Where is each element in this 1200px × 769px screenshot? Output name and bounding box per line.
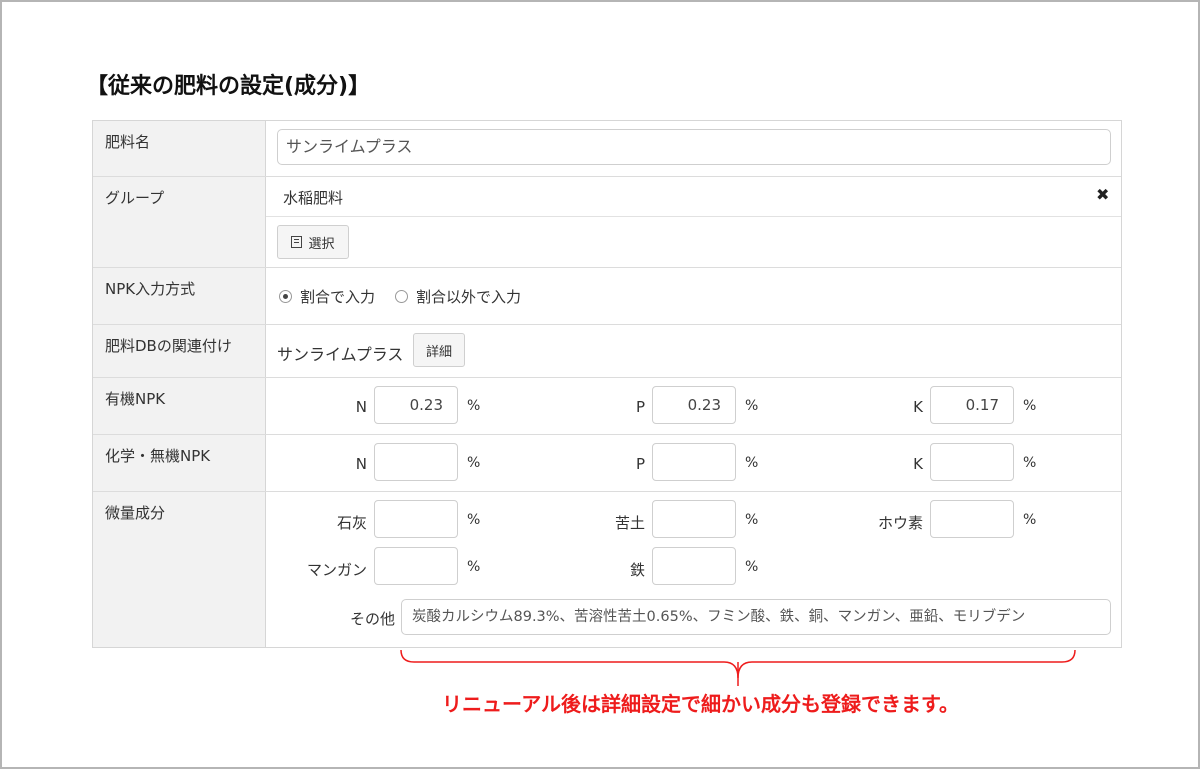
fertilizer-form: 肥料名 サンライムプラス グループ 水稲肥料 ✖ 選択 NPK入力方式 割合で入… xyxy=(92,120,1122,648)
renewal-note: リニューアル後は詳細設定で細かい成分も登録できます。 xyxy=(442,692,959,716)
percent-unit: % xyxy=(745,559,759,575)
radio-ratio[interactable] xyxy=(279,290,292,303)
other-label: その他 xyxy=(349,610,395,628)
row-divider xyxy=(93,377,1121,378)
select-group-button[interactable]: 選択 xyxy=(277,225,349,259)
iron-input[interactable] xyxy=(652,547,736,585)
fertilizer-name-input[interactable]: サンライムプラス xyxy=(277,129,1111,165)
percent-unit: % xyxy=(467,455,481,471)
magnesia-input[interactable] xyxy=(652,500,736,538)
npk-mode-label: NPK入力方式 xyxy=(105,280,196,298)
boron-input[interactable] xyxy=(930,500,1014,538)
radio-non-ratio-label[interactable]: 割合以外で入力 xyxy=(416,286,521,307)
row-divider xyxy=(93,434,1121,435)
lime-input[interactable] xyxy=(374,500,458,538)
percent-unit: % xyxy=(467,512,481,528)
radio-ratio-label[interactable]: 割合で入力 xyxy=(300,286,375,307)
magnesia-label: 苦土 xyxy=(614,514,645,532)
fertilizer-name-label: 肥料名 xyxy=(105,133,151,151)
list-icon xyxy=(291,236,303,248)
group-label: グループ xyxy=(105,189,165,207)
trace-elements-label: 微量成分 xyxy=(105,504,166,522)
percent-unit: % xyxy=(745,398,759,414)
detail-button[interactable]: 詳細 xyxy=(413,333,465,367)
remove-group-icon[interactable]: ✖ xyxy=(1096,185,1109,204)
row-divider xyxy=(93,491,1121,492)
organic-k-input[interactable]: 0.17 xyxy=(930,386,1014,424)
lime-label: 石灰 xyxy=(336,514,367,532)
chemical-n-input[interactable] xyxy=(374,443,458,481)
row-sub-divider xyxy=(266,216,1121,217)
chemical-npk-label: 化学・無機NPK xyxy=(105,447,211,465)
screenshot-frame: 【従来の肥料の設定(成分)】 肥料名 サンライムプラス グループ 水稲肥料 ✖ … xyxy=(0,0,1200,769)
organic-n-label: N xyxy=(355,398,367,416)
boron-label: ホウ素 xyxy=(877,514,923,532)
chemical-n-label: N xyxy=(355,455,367,473)
percent-unit: % xyxy=(467,398,481,414)
percent-unit: % xyxy=(1023,455,1037,471)
percent-unit: % xyxy=(1023,398,1037,414)
organic-npk-label: 有機NPK xyxy=(105,390,166,408)
chemical-k-input[interactable] xyxy=(930,443,1014,481)
row-divider xyxy=(93,176,1121,177)
chemical-k-label: K xyxy=(913,455,923,473)
percent-unit: % xyxy=(1023,512,1037,528)
npk-mode-radio-group: 割合で入力 割合以外で入力 xyxy=(279,286,541,307)
section-title: 【従来の肥料の設定(成分)】 xyxy=(86,74,371,99)
other-input[interactable]: 炭酸カルシウム89.3%、苦溶性苦土0.65%、フミン酸、鉄、銅、マンガン、亜鉛… xyxy=(401,599,1111,635)
row-divider xyxy=(93,267,1121,268)
radio-non-ratio[interactable] xyxy=(395,290,409,303)
manganese-label: マンガン xyxy=(306,561,367,579)
select-button-label: 選択 xyxy=(308,236,335,252)
organic-p-label: P xyxy=(635,398,645,416)
chemical-p-label: P xyxy=(635,455,645,473)
percent-unit: % xyxy=(745,455,759,471)
percent-unit: % xyxy=(467,559,481,575)
organic-n-input[interactable]: 0.23 xyxy=(374,386,458,424)
organic-k-label: K xyxy=(913,398,923,416)
group-value: 水稲肥料 xyxy=(283,189,344,207)
iron-label: 鉄 xyxy=(629,561,645,579)
organic-p-input[interactable]: 0.23 xyxy=(652,386,736,424)
fertilizer-db-label: 肥料DBの関連付け xyxy=(105,337,232,355)
callout-brace xyxy=(400,649,1076,686)
row-divider xyxy=(93,324,1121,325)
fertilizer-db-value: サンライムプラス xyxy=(277,345,404,364)
chemical-p-input[interactable] xyxy=(652,443,736,481)
percent-unit: % xyxy=(745,512,759,528)
manganese-input[interactable] xyxy=(374,547,458,585)
